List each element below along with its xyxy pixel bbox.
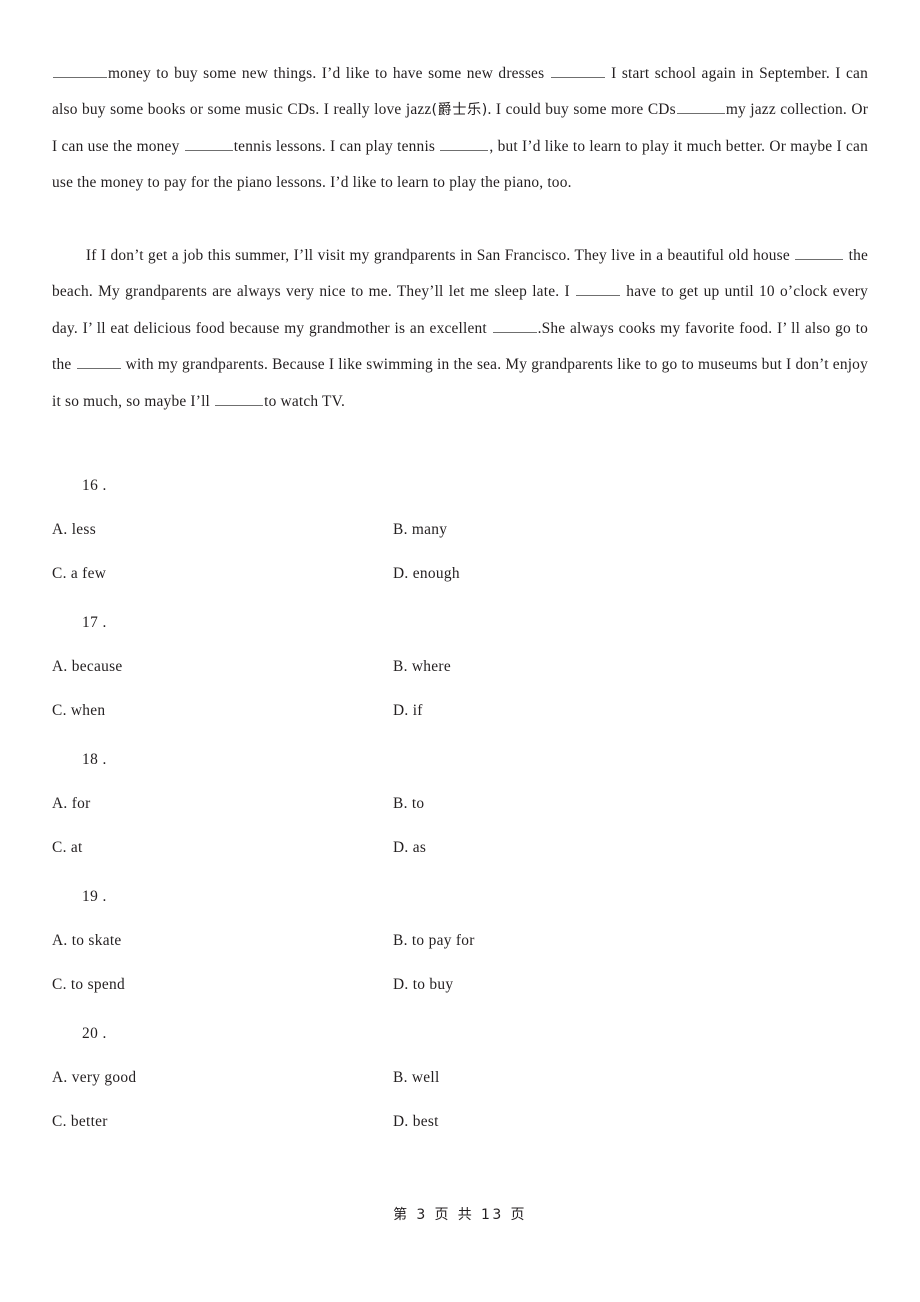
option-c[interactable]: C. better: [52, 1100, 393, 1144]
option-b[interactable]: B. many: [393, 508, 868, 552]
passage-p2-seg5: with my grandparents. Because I like swi…: [52, 356, 868, 410]
option-row-cd: C. at D. as: [52, 826, 868, 870]
option-b[interactable]: B. well: [393, 1056, 868, 1100]
passage-p2-seg1: If I don’t get a job this summer, I’ll v…: [85, 247, 790, 265]
question-17: 17 . A. because B. where C. when D. if: [52, 601, 868, 732]
inline-blank-16: [53, 63, 107, 78]
inline-blank-25: [215, 390, 264, 406]
option-b[interactable]: B. to pay for: [393, 919, 868, 963]
option-d[interactable]: D. if: [393, 689, 868, 733]
question-number: 16 .: [82, 477, 107, 495]
option-d[interactable]: D. best: [393, 1100, 868, 1144]
question-18: 18 . A. for B. to C. at D. as: [52, 738, 868, 869]
option-c[interactable]: C. to spend: [52, 963, 393, 1007]
question-16: 16 . A. less B. many C. a few D. enough: [52, 464, 868, 595]
page-footer: 第 3 页 共 13 页: [393, 1207, 527, 1223]
option-row-ab: A. less B. many: [52, 508, 868, 552]
option-d[interactable]: D. to buy: [393, 963, 868, 1007]
question-20: 20 . A. very good B. well C. better D. b…: [52, 1012, 868, 1143]
option-a[interactable]: A. less: [52, 508, 393, 552]
passage-p2-seg6: to watch TV.: [264, 392, 346, 410]
option-c[interactable]: C. at: [52, 826, 393, 870]
option-row-ab: A. for B. to: [52, 782, 868, 826]
passage-p1-seg1: money to buy some new things. I’d like t…: [108, 65, 545, 82]
inline-blank-23: [492, 318, 537, 333]
inline-blank-20: [440, 136, 489, 151]
option-row-cd: C. when D. if: [52, 689, 868, 733]
option-a[interactable]: A. very good: [52, 1056, 393, 1100]
option-a[interactable]: A. for: [52, 782, 393, 826]
question-list: 16 . A. less B. many C. a few D. enough …: [52, 464, 868, 1143]
inline-blank-22: [576, 281, 621, 297]
inline-blank-24: [76, 354, 121, 370]
option-a[interactable]: A. to skate: [52, 919, 393, 963]
inline-blank-21: [795, 245, 844, 261]
option-c[interactable]: C. a few: [52, 552, 393, 596]
inline-blank-17: [550, 63, 605, 78]
option-c[interactable]: C. when: [52, 689, 393, 733]
passage-p1-seg3: . I could buy some more CDs: [487, 101, 676, 119]
document-page: money to buy some new things. I’d like t…: [0, 0, 920, 1302]
option-row-ab: A. very good B. well: [52, 1056, 868, 1100]
option-d[interactable]: D. enough: [393, 552, 868, 596]
passage-p1-seg5: tennis lessons. I can play tennis: [233, 137, 436, 155]
cloze-passage: money to buy some new things. I’d like t…: [52, 56, 868, 420]
question-number: 18 .: [82, 751, 107, 769]
option-b[interactable]: B. where: [393, 645, 868, 689]
option-row-ab: A. because B. where: [52, 645, 868, 689]
option-b[interactable]: B. to: [393, 782, 868, 826]
option-d[interactable]: D. as: [393, 826, 868, 870]
option-row-cd: C. a few D. enough: [52, 552, 868, 596]
option-row-ab: A. to skate B. to pay for: [52, 919, 868, 963]
inline-blank-18: [676, 99, 725, 115]
question-number: 17 .: [82, 614, 107, 632]
option-row-cd: C. to spend D. to buy: [52, 963, 868, 1007]
passage-paragraph-2: If I don’t get a job this summer, I’ll v…: [52, 238, 868, 420]
passage-p1-annotation: (爵士乐): [431, 102, 488, 119]
option-row-cd: C. better D. best: [52, 1100, 868, 1144]
question-19: 19 . A. to skate B. to pay for C. to spe…: [52, 875, 868, 1006]
inline-blank-19: [184, 136, 233, 151]
passage-paragraph-1: money to buy some new things. I’d like t…: [52, 56, 868, 202]
option-a[interactable]: A. because: [52, 645, 393, 689]
question-number: 19 .: [82, 888, 107, 906]
question-number: 20 .: [82, 1025, 107, 1043]
